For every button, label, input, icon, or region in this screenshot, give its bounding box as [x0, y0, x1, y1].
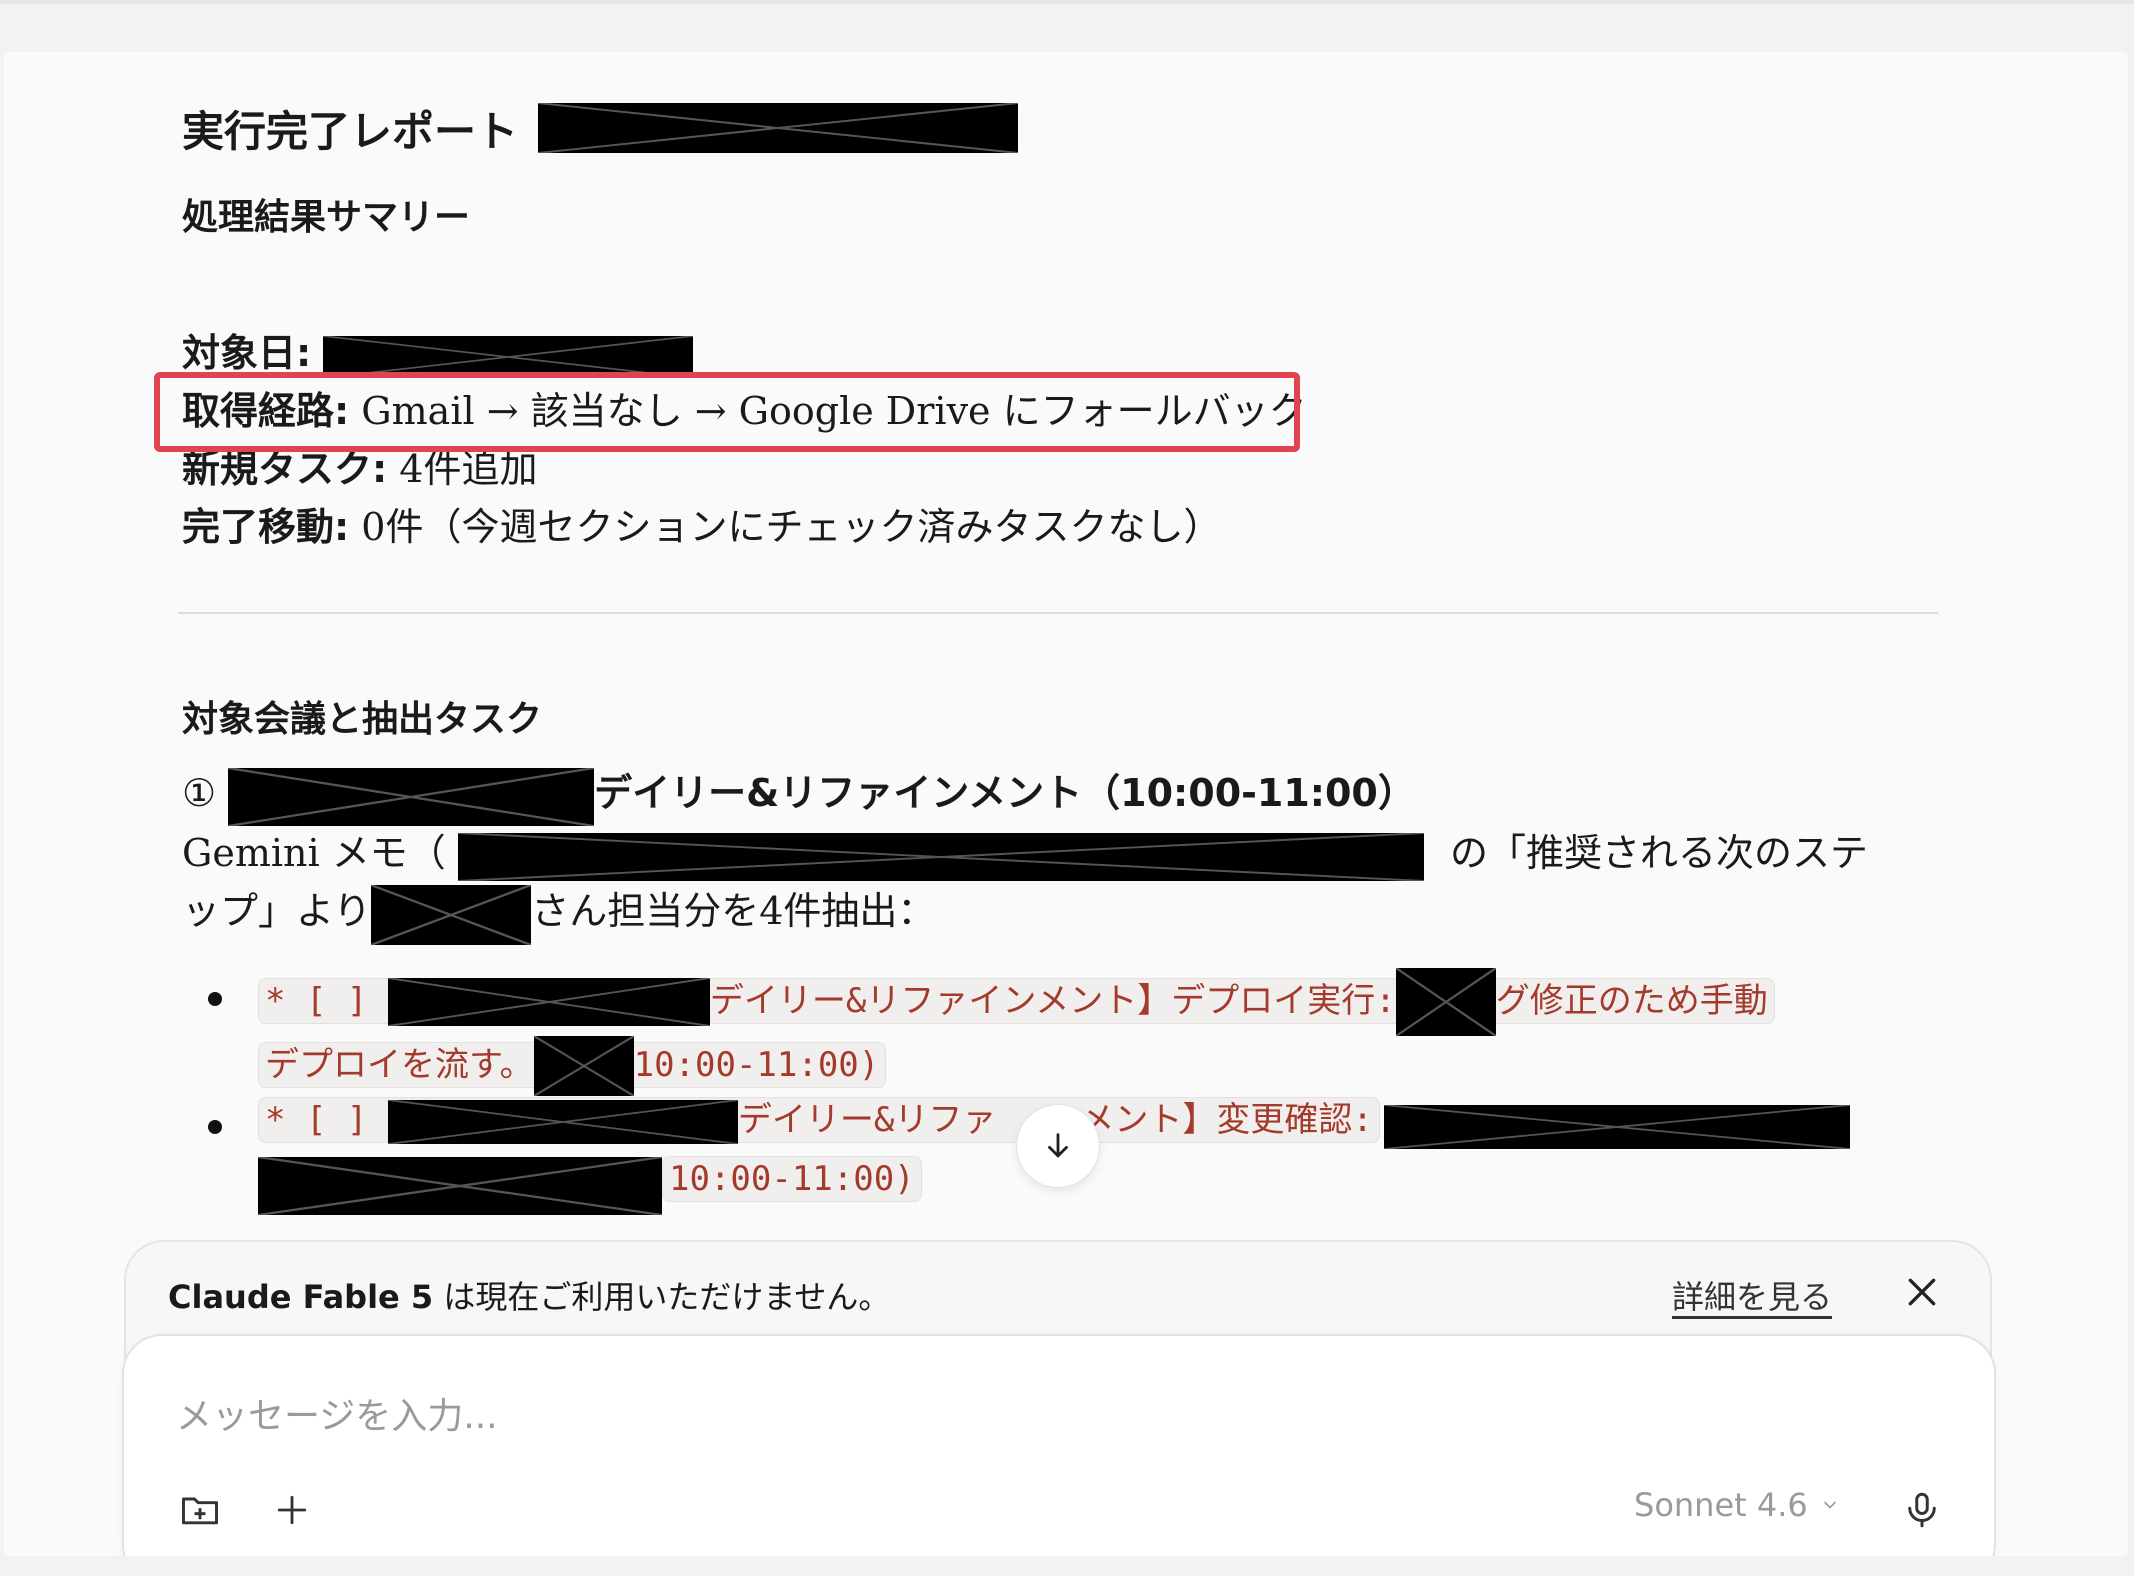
voice-input-button[interactable] [1894, 1482, 1950, 1538]
top-divider [0, 0, 2134, 4]
chevron-down-icon [1823, 1501, 1836, 1509]
moved-line: 完了移動: 0件（今週セクションにチェック済みタスクなし） [182, 498, 1938, 556]
task-text: デプロイを流す。 [265, 1044, 534, 1085]
redacted-block [538, 103, 1019, 153]
summary-heading: 処理結果サマリー [182, 197, 471, 238]
model-name: Sonnet 4.6 [1634, 1486, 1808, 1524]
notice-model-name: Claude Fable 5 [168, 1278, 434, 1316]
redacted-block [1383, 1104, 1850, 1149]
task-code: * [ ] デイリー&リファ メント】変更確認: [258, 1097, 1380, 1144]
meeting-number: ① [182, 771, 217, 815]
plus-icon [277, 1495, 307, 1525]
bullet-dot [208, 1120, 222, 1134]
report-content: 実行完了レポート 処理結果サマリー 対象日: 取得経路: Gmail → 該当な… [154, 92, 1938, 1215]
moved-value: 0件（今週セクションにチェック済みタスクなし） [361, 505, 1222, 549]
redacted-block [387, 978, 710, 1026]
new-tasks-value: 4件追加 [399, 447, 538, 491]
task-code: 10:00-11:00) [662, 1156, 922, 1202]
redacted-block [371, 884, 532, 945]
meeting-desc-line2-a: ップ」より [182, 889, 372, 933]
close-notice-button[interactable] [1902, 1272, 1942, 1312]
checkbox-markdown: * [ ] [265, 1100, 368, 1140]
task-code: * [ ] デイリー&リファインメント】デプロイ実行: グ修正のため手動 [258, 968, 1775, 1036]
details-link[interactable]: 詳細を見る [1672, 1272, 1832, 1318]
notice-message: は現在ご利用いただけません。 [433, 1278, 891, 1316]
scroll-down-button[interactable] [1016, 1104, 1100, 1188]
message-input[interactable] [176, 1388, 1876, 1444]
task-text: グ修正のため手動 [1495, 980, 1768, 1021]
task-text: メント】変更確認: [1080, 1100, 1373, 1140]
page-title: 実行完了レポート [182, 92, 1938, 164]
folder-plus-icon [182, 1497, 218, 1525]
meeting-desc-line1: Gemini メモ（ の「推奨される次のステ [182, 824, 1938, 882]
meeting-desc-line2-b: さん担当分を4件抽出： [531, 889, 936, 933]
redacted-block [457, 832, 1424, 881]
task-text: デイリー&リファ [737, 1100, 997, 1140]
notice-text: Claude Fable 5 は現在ご利用いただけません。 [168, 1272, 890, 1318]
meeting-desc-start: Gemini メモ（ [182, 831, 446, 875]
bullet-dot [208, 992, 222, 1006]
redacted-block [1395, 968, 1496, 1036]
meeting-title: ① デイリー&リファインメント（10:00-11:00） [182, 764, 1938, 826]
meetings-heading: 対象会議と抽出タスク [182, 699, 543, 740]
add-files-button[interactable] [172, 1482, 228, 1538]
meeting-desc-line2: ップ」より さん担当分を4件抽出： [182, 882, 1938, 945]
redacted-block [533, 1036, 634, 1096]
task-text: デイリー&リファインメント】デプロイ実行: [709, 980, 1396, 1021]
list-item: * [ ] デイリー&リファインメント】デプロイ実行: グ修正のため手動 デプロイ… [198, 968, 1918, 1096]
microphone-icon [1908, 1492, 1936, 1528]
highlight-box [154, 372, 1300, 452]
model-selector[interactable]: Sonnet 4.6 [1634, 1486, 1840, 1524]
checkbox-markdown: * [ ] [265, 980, 368, 1021]
task-text: 10:00-11:00) [669, 1159, 915, 1199]
new-tasks-label: 新規タスク: [182, 447, 388, 491]
redacted-block [387, 1099, 738, 1144]
section-divider [178, 612, 1938, 614]
message-composer: Sonnet 4.6 [122, 1334, 1996, 1556]
close-icon [1908, 1278, 1936, 1306]
meeting-desc-mid: の「推奨される次のステ [1449, 831, 1868, 875]
task-code: デプロイを流す。 10:00-11:00) [258, 1036, 887, 1096]
target-date-label: 対象日: [182, 331, 312, 375]
add-button[interactable] [264, 1482, 320, 1538]
task-text: 10:00-11:00) [633, 1044, 880, 1085]
arrow-down-icon [1048, 1133, 1068, 1158]
redacted-block [258, 1156, 662, 1215]
report-title: 実行完了レポート [182, 106, 519, 156]
message-card: 実行完了レポート 処理結果サマリー 対象日: 取得経路: Gmail → 該当な… [4, 52, 2128, 1556]
redacted-block [228, 767, 595, 826]
meeting-title-text: デイリー&リファインメント（10:00-11:00） [594, 771, 1416, 815]
moved-label: 完了移動: [182, 505, 350, 549]
